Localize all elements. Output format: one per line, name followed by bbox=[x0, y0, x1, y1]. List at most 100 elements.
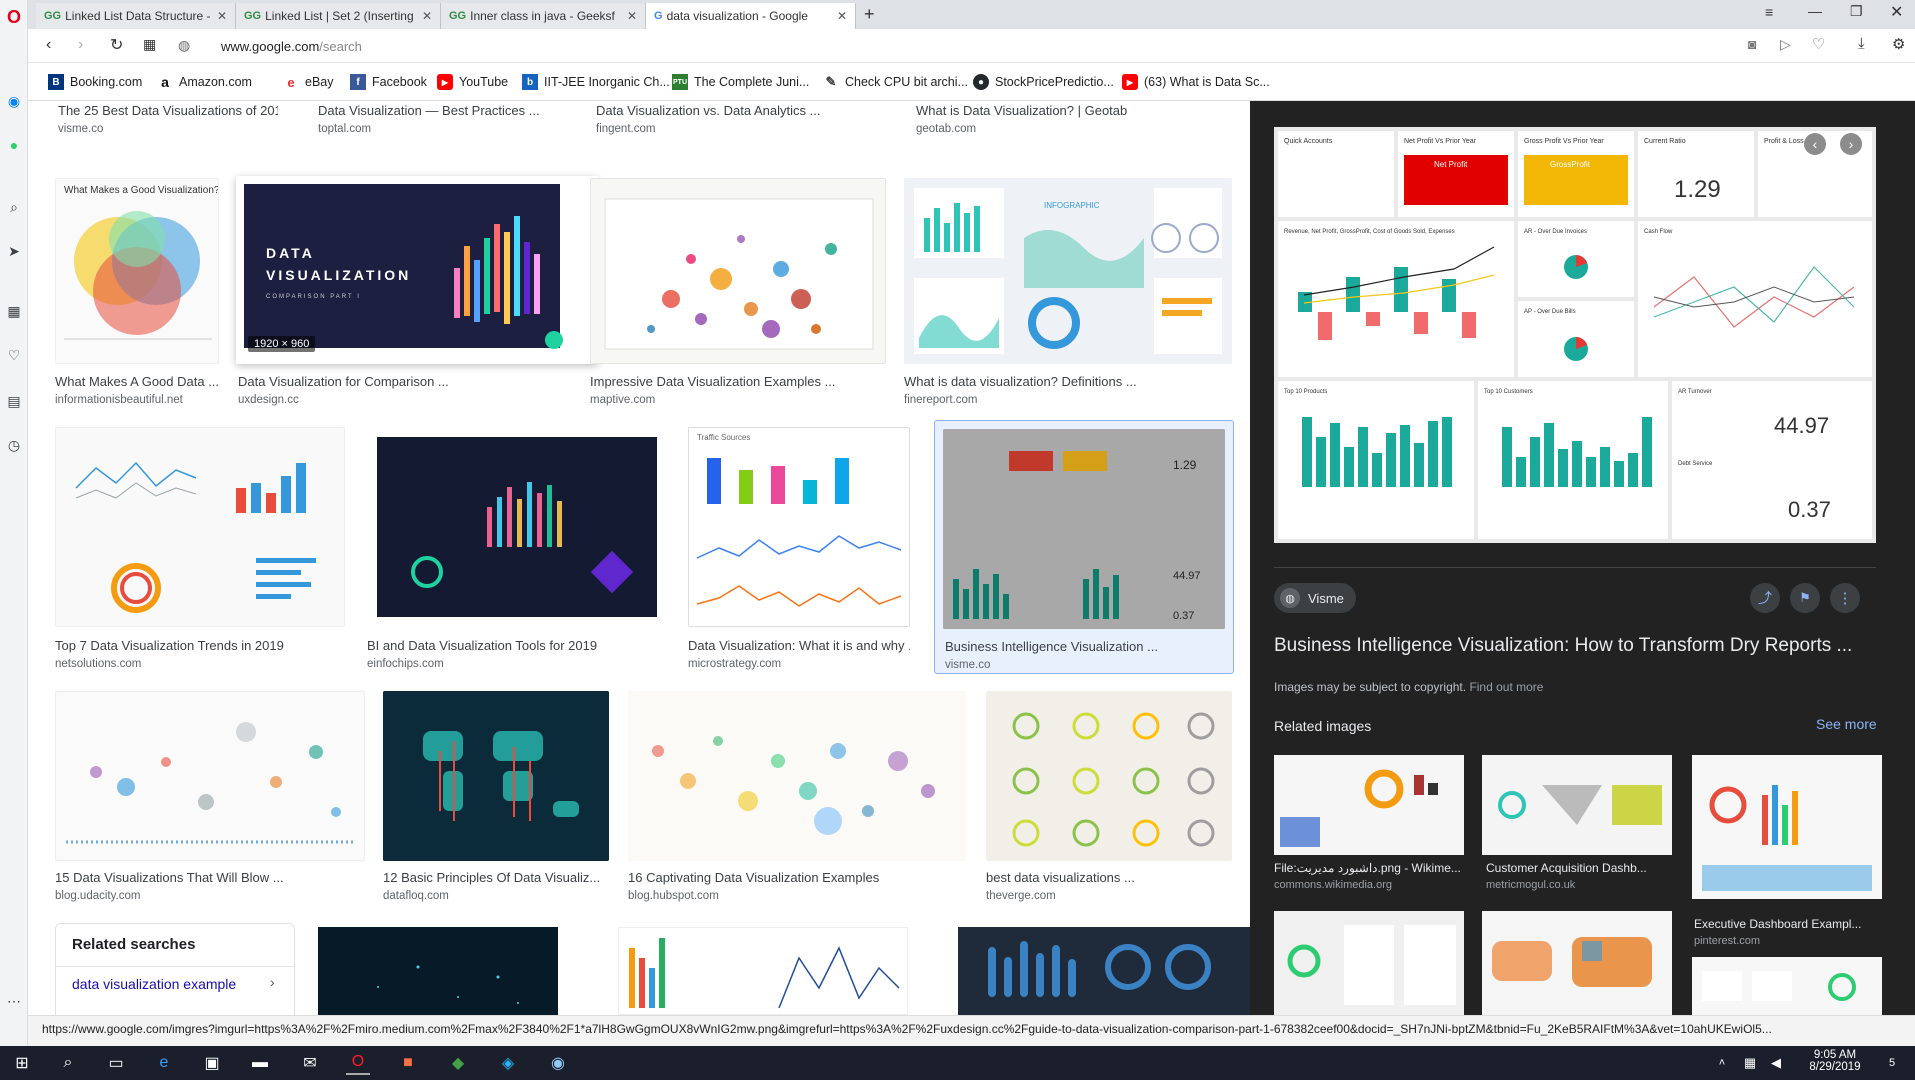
result-title[interactable]: Top 7 Data Visualization Trends in 2019 bbox=[55, 638, 345, 653]
result-title[interactable]: 16 Captivating Data Visualization Exampl… bbox=[628, 870, 966, 885]
source-chip[interactable]: ◍ Visme bbox=[1274, 583, 1356, 613]
bookmark-complete-juni[interactable]: PTU The Complete Juni... bbox=[672, 74, 809, 90]
mail-icon[interactable]: ✉ bbox=[298, 1051, 322, 1075]
notification-center-icon[interactable]: 5 bbox=[1880, 1051, 1904, 1075]
bookmark-cpu[interactable]: ✎ Check CPU bit archi... bbox=[823, 74, 968, 90]
volume-icon[interactable]: ◀ bbox=[1764, 1051, 1788, 1075]
result-source[interactable]: fingent.com bbox=[596, 123, 655, 135]
reload-icon[interactable]: ↻ bbox=[110, 35, 123, 55]
result-title[interactable]: Data Visualization — Best Practices ... bbox=[318, 103, 568, 118]
tab-menu-icon[interactable]: ≡ bbox=[1765, 4, 1773, 20]
result-source[interactable]: blog.hubspot.com bbox=[628, 890, 719, 902]
clock[interactable]: 9:05 AM 8/29/2019 bbox=[1795, 1049, 1875, 1073]
result-title[interactable]: best data visualizations ... bbox=[986, 870, 1232, 885]
result-title[interactable]: What is data visualization? Definitions … bbox=[904, 374, 1232, 389]
result-source[interactable]: geotab.com bbox=[916, 123, 976, 135]
related-source[interactable]: metricmogul.co.uk bbox=[1486, 879, 1575, 891]
more-options-icon[interactable]: ⋮ bbox=[1830, 583, 1860, 613]
find-out-more-link[interactable]: Find out more bbox=[1469, 680, 1543, 694]
start-windows-icon[interactable]: ⊞ bbox=[10, 1051, 34, 1075]
result-thumbnail[interactable] bbox=[383, 691, 609, 861]
result-thumbnail[interactable]: 1.29 44.97 0.37 bbox=[943, 429, 1225, 629]
related-image[interactable] bbox=[1692, 957, 1882, 1015]
search-icon[interactable]: ⌕ bbox=[56, 1051, 80, 1075]
result-title[interactable]: Data Visualization for Comparison ... bbox=[238, 374, 538, 389]
result-card[interactable]: 15 Data Visualizations That Will Blow ..… bbox=[55, 691, 365, 907]
result-card-active[interactable]: 1.29 44.97 0.37 Business Intelligence Vi… bbox=[934, 420, 1234, 674]
eye-app-icon[interactable]: ◉ bbox=[546, 1051, 570, 1075]
result-thumbnail[interactable]: Traffic Sources bbox=[688, 427, 910, 627]
more-icon[interactable]: ⋯ bbox=[3, 990, 25, 1012]
news-icon[interactable]: ▤ bbox=[3, 390, 25, 412]
bookmark-youtube[interactable]: ▶ YouTube bbox=[437, 74, 508, 90]
result-card[interactable]: INFOGRAPHIC What is data visualization? … bbox=[904, 178, 1232, 418]
result-source[interactable]: einfochips.com bbox=[367, 658, 444, 670]
result-source[interactable]: maptive.com bbox=[590, 394, 655, 406]
task-view-icon[interactable]: ▭ bbox=[104, 1051, 128, 1075]
forward-icon[interactable]: › bbox=[78, 36, 83, 54]
result-source[interactable]: visme.co bbox=[945, 659, 990, 671]
result-card[interactable]: best data visualizations ... theverge.co… bbox=[986, 691, 1232, 907]
result-title[interactable]: What Makes A Good Data ... bbox=[55, 374, 219, 389]
result-title[interactable]: Data Visualization vs. Data Analytics ..… bbox=[596, 103, 846, 118]
edge-icon[interactable]: e bbox=[152, 1051, 176, 1075]
result-thumbnail[interactable] bbox=[55, 691, 365, 861]
result-source[interactable]: finereport.com bbox=[904, 394, 978, 406]
app-icon[interactable]: ◆ bbox=[446, 1051, 470, 1075]
close-window-icon[interactable]: ✕ bbox=[1890, 2, 1903, 22]
result-source[interactable]: datafloq.com bbox=[383, 890, 449, 902]
previous-image-icon[interactable]: ‹ bbox=[1804, 133, 1826, 155]
result-card[interactable]: 12 Basic Principles Of Data Visualiz... … bbox=[383, 691, 609, 907]
result-thumbnail[interactable]: What Makes a Good Visualization? bbox=[55, 178, 219, 364]
tab-data-visualization[interactable]: Gdata visualization - Google ✕ bbox=[646, 3, 856, 29]
settings-icon[interactable]: ⚙ bbox=[1892, 35, 1905, 53]
whatsapp-icon[interactable]: ● bbox=[3, 134, 25, 156]
related-title[interactable]: Customer Acquisition Dashb... bbox=[1486, 861, 1672, 875]
related-image[interactable] bbox=[1274, 911, 1464, 1015]
bookmark-iit-jee[interactable]: b IIT-JEE Inorganic Ch... bbox=[522, 74, 670, 90]
related-title[interactable]: Executive Dashboard Exampl... bbox=[1694, 917, 1884, 931]
search-icon[interactable]: ⌕ bbox=[3, 196, 25, 218]
see-more-link[interactable]: See more bbox=[1816, 716, 1877, 732]
result-source[interactable]: toptal.com bbox=[318, 123, 371, 135]
bookmark-data-science[interactable]: ▶ (63) What is Data Sc... bbox=[1122, 74, 1270, 90]
speed-dial-icon[interactable]: ▦ bbox=[3, 300, 25, 322]
result-thumbnail[interactable] bbox=[367, 427, 665, 627]
bookmark-facebook[interactable]: f Facebook bbox=[350, 74, 427, 90]
result-thumbnail[interactable] bbox=[618, 927, 908, 1015]
tab-linked-list[interactable]: GG Linked List Data Structure - ✕ bbox=[36, 3, 236, 29]
url-field[interactable]: www.google.com/search bbox=[221, 39, 362, 54]
preview-title[interactable]: Business Intelligence Visualization: How… bbox=[1274, 635, 1894, 657]
result-source[interactable]: visme.co bbox=[58, 123, 103, 135]
download-icon[interactable]: ⤓ bbox=[1858, 35, 1865, 52]
result-thumbnail[interactable] bbox=[958, 927, 1250, 1015]
speed-dial-grid-icon[interactable]: ▦ bbox=[143, 36, 156, 53]
close-tab-icon[interactable]: ✕ bbox=[831, 9, 847, 23]
result-title[interactable]: Data Visualization: What it is and why .… bbox=[688, 638, 910, 653]
result-title[interactable]: Business Intelligence Visualization ... bbox=[945, 639, 1225, 654]
result-thumbnail[interactable] bbox=[590, 178, 886, 364]
result-source[interactable]: informationisbeautiful.net bbox=[55, 394, 183, 406]
back-icon[interactable]: ‹ bbox=[46, 36, 51, 54]
result-source[interactable]: theverge.com bbox=[986, 890, 1056, 902]
save-bookmark-icon[interactable]: ⚑ bbox=[1790, 583, 1820, 613]
next-image-icon[interactable]: › bbox=[1840, 133, 1862, 155]
tab-inner-class[interactable]: GG Inner class in java - Geeksf ✕ bbox=[441, 3, 646, 29]
related-search-link[interactable]: data visualization example bbox=[72, 976, 236, 992]
result-card[interactable]: 16 Captivating Data Visualization Exampl… bbox=[628, 691, 966, 907]
share-icon[interactable]: ⤴ bbox=[1750, 583, 1780, 613]
bookmark-stockprice[interactable]: ● StockPricePredictio... bbox=[973, 74, 1114, 90]
opera-taskbar-icon[interactable]: O bbox=[346, 1051, 370, 1075]
result-card[interactable]: Data Visualization — Best Practices ... … bbox=[318, 101, 568, 141]
result-thumbnail[interactable] bbox=[55, 427, 345, 627]
result-thumbnail[interactable] bbox=[318, 927, 558, 1015]
result-thumbnail[interactable]: INFOGRAPHIC bbox=[904, 178, 1232, 364]
result-source[interactable]: netsolutions.com bbox=[55, 658, 141, 670]
related-image[interactable] bbox=[1482, 911, 1672, 1015]
new-tab-icon[interactable]: + bbox=[864, 4, 875, 25]
result-title[interactable]: The 25 Best Data Visualizations of 201 .… bbox=[58, 103, 278, 118]
result-card[interactable]: BI and Data Visualization Tools for 2019… bbox=[367, 427, 665, 670]
related-image[interactable] bbox=[1274, 755, 1464, 855]
preview-image[interactable]: Quick Accounts Net Profit Vs Prior Year … bbox=[1274, 127, 1876, 543]
result-card[interactable]: Data Visualization vs. Data Analytics ..… bbox=[596, 101, 846, 141]
